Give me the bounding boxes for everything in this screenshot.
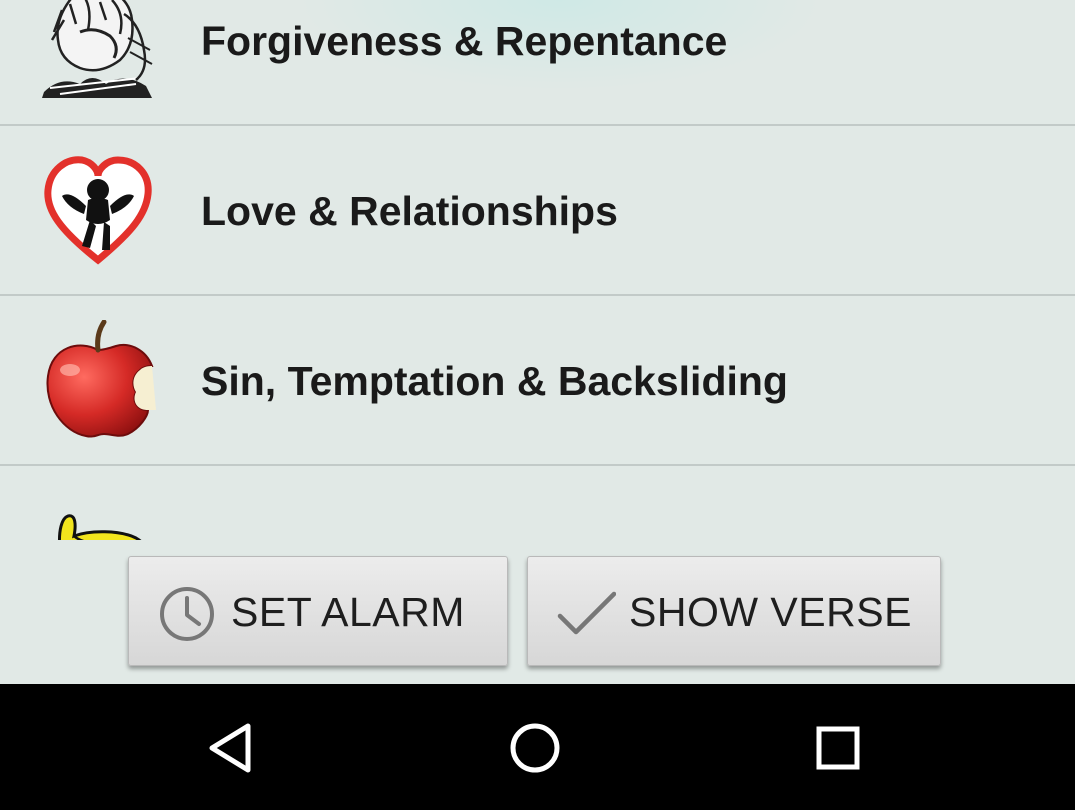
home-icon[interactable] — [503, 716, 567, 780]
checkmark-icon — [556, 584, 617, 644]
show-verse-button[interactable]: SHOW VERSE — [527, 556, 941, 666]
topic-label: Sin, Temptation & Backsliding — [201, 358, 788, 404]
cupid-heart-icon — [40, 150, 162, 272]
set-alarm-label: SET ALARM — [231, 589, 465, 635]
praying-figures-icon — [40, 0, 162, 102]
topic-row-sin[interactable]: Sin, Temptation & Backsliding — [0, 296, 1075, 466]
clock-icon — [157, 584, 217, 644]
show-verse-label: SHOW VERSE — [629, 589, 912, 635]
bitten-apple-icon — [40, 319, 162, 442]
topic-label: Love & Relationships — [201, 188, 618, 234]
topic-row-love[interactable]: Love & Relationships — [0, 126, 1075, 296]
set-alarm-button[interactable]: SET ALARM — [128, 556, 508, 666]
recents-icon[interactable] — [806, 716, 870, 780]
topic-row-forgiveness[interactable]: Forgiveness & Repentance — [0, 0, 1075, 126]
action-bar: SET ALARM SHOW VERSE — [0, 540, 1075, 684]
back-icon[interactable] — [202, 716, 266, 780]
topic-list[interactable]: Forgiveness & Repentance Love & Relation… — [0, 0, 1075, 540]
app-screen: Forgiveness & Repentance Love & Relation… — [0, 0, 1075, 684]
topic-row-partial[interactable] — [0, 466, 1075, 540]
system-navigation-bar — [0, 684, 1075, 810]
topic-label: Forgiveness & Repentance — [201, 18, 728, 64]
yellow-thumbs-icon — [40, 490, 162, 540]
